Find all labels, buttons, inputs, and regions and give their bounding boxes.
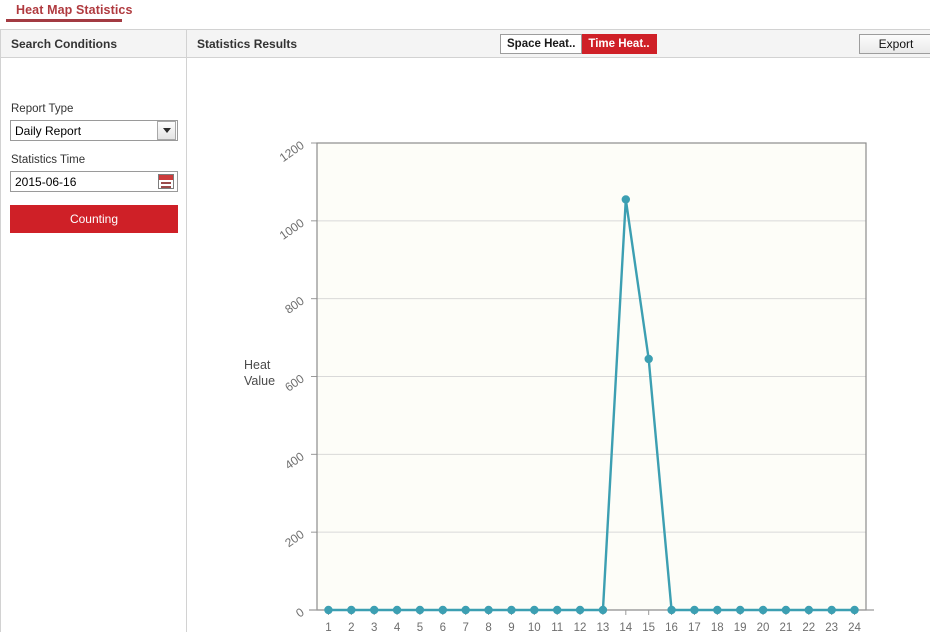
x-axis-tick-label: 12	[574, 622, 587, 632]
x-axis-tick-label: 14	[619, 622, 632, 632]
data-point-marker[interactable]	[781, 605, 791, 615]
heat-map-type-tabs: Space Heat.. Time Heat..	[500, 34, 657, 54]
report-type-select[interactable]: Daily Report	[10, 120, 178, 141]
x-axis-tick-label: 13	[597, 622, 610, 632]
data-point-marker[interactable]	[484, 605, 493, 615]
export-button[interactable]: Export	[859, 34, 930, 54]
data-point-marker[interactable]	[461, 605, 470, 615]
statistics-results-title: Statistics Results	[197, 36, 298, 51]
time-heat-map-chart: 0 200 400 600 800 1000 1200 1 2 3 4 5 6 7 8 9 10 11 12 13 14…	[187, 58, 930, 632]
statistics-results-header: Statistics Results Space Heat.. Time Hea…	[187, 30, 930, 58]
heat-map-statistics-page: Heat Map Statistics Search Conditions St…	[0, 0, 930, 632]
y-axis-tick-label: 800	[282, 293, 307, 316]
x-axis-tick-label: 10	[528, 622, 541, 632]
y-axis-tick-label: 200	[282, 527, 307, 550]
x-axis-tick-label: 8	[485, 622, 491, 632]
page-tab-underline	[6, 19, 122, 22]
data-point-marker[interactable]	[735, 605, 745, 615]
x-axis-tick-label: 23	[825, 622, 838, 632]
x-axis-tick-label: 24	[848, 622, 861, 632]
search-conditions-header: Search Conditions	[1, 30, 187, 58]
data-point-marker[interactable]	[415, 605, 425, 615]
x-axis-tick-label: 15	[642, 622, 655, 632]
y-axis-tick-label: 1200	[277, 138, 307, 165]
statistics-time-value: 2015-06-16	[15, 174, 77, 189]
y-axis-title-line2: Value	[244, 374, 275, 388]
data-point-marker[interactable]	[850, 605, 859, 615]
statistics-time-field[interactable]: 2015-06-16	[10, 171, 178, 192]
y-axis-tick-label: 1000	[277, 216, 307, 243]
data-point-marker[interactable]	[392, 605, 402, 615]
page-tab-label: Heat Map Statistics	[16, 3, 133, 17]
x-axis-tick-label: 20	[757, 622, 770, 632]
x-axis-tick-label: 6	[440, 622, 446, 632]
x-axis-tick-label: 16	[665, 622, 678, 632]
x-axis-tick-label: 21	[780, 622, 793, 632]
report-type-label: Report Type	[11, 103, 74, 115]
data-point-marker[interactable]	[621, 195, 631, 204]
data-point-marker[interactable]	[758, 605, 768, 615]
x-axis-tick-label: 3	[371, 622, 377, 632]
report-type-value: Daily Report	[15, 123, 82, 138]
calendar-icon[interactable]	[158, 174, 174, 189]
data-point-marker[interactable]	[667, 605, 676, 615]
y-axis-tick-label: 0	[293, 605, 307, 620]
tab-space-heat-map[interactable]: Space Heat..	[500, 34, 583, 54]
x-axis-tick-label: 22	[802, 622, 815, 632]
counting-button[interactable]: Counting	[10, 205, 178, 233]
tab-time-heat-map-label: Time Heat..	[588, 38, 650, 50]
export-button-label: Export	[878, 37, 914, 51]
x-axis-tick-label: 11	[551, 622, 563, 632]
tab-heat-map-statistics[interactable]: Heat Map Statistics	[10, 0, 139, 20]
data-point-marker[interactable]	[827, 605, 836, 615]
y-axis-title-line1: Heat	[244, 358, 271, 372]
data-point-marker[interactable]	[347, 605, 356, 615]
data-point-marker[interactable]	[552, 605, 562, 615]
data-point-marker[interactable]	[369, 605, 379, 615]
y-axis-tick-label: 400	[282, 449, 307, 472]
tab-time-heat-map[interactable]: Time Heat..	[582, 34, 657, 54]
data-point-marker[interactable]	[804, 605, 814, 615]
y-axis-tick-label: 600	[282, 371, 307, 394]
statistics-time-label: Statistics Time	[11, 154, 86, 166]
x-axis-tick-label: 9	[508, 622, 514, 632]
data-point-marker[interactable]	[690, 605, 699, 615]
content-frame: Search Conditions Statistics Results Spa…	[0, 29, 930, 632]
data-point-marker[interactable]	[644, 354, 653, 364]
search-conditions-panel: Report Type Daily Report Statistics Time…	[1, 58, 187, 632]
x-axis-tick-label: 19	[734, 622, 747, 632]
data-point-marker[interactable]	[507, 605, 516, 615]
chevron-down-icon[interactable]	[157, 121, 176, 140]
data-point-marker[interactable]	[324, 605, 333, 615]
x-axis-tick-label: 7	[462, 622, 468, 632]
data-point-marker[interactable]	[438, 605, 448, 615]
x-axis-tick-label: 4	[394, 622, 401, 632]
data-point-marker[interactable]	[713, 605, 722, 615]
tab-space-heat-map-label: Space Heat..	[507, 38, 576, 50]
data-point-marker[interactable]	[598, 605, 608, 615]
counting-button-label: Counting	[69, 212, 119, 226]
data-point-marker[interactable]	[575, 605, 585, 615]
x-axis-tick-label: 5	[417, 622, 423, 632]
x-axis-tick-label: 2	[348, 622, 354, 632]
x-axis-tick-label: 17	[688, 622, 701, 632]
chart-svg: 0200400600800100012001 2 3 4 5 6 7 8 9 10 11 12 13 14…	[244, 138, 874, 632]
data-point-marker[interactable]	[530, 605, 539, 615]
search-conditions-title: Search Conditions	[11, 36, 118, 51]
x-axis-tick-label: 18	[711, 622, 724, 632]
page-tab-bar: Heat Map Statistics	[0, 0, 930, 28]
x-axis-tick-label: 1	[325, 622, 331, 632]
